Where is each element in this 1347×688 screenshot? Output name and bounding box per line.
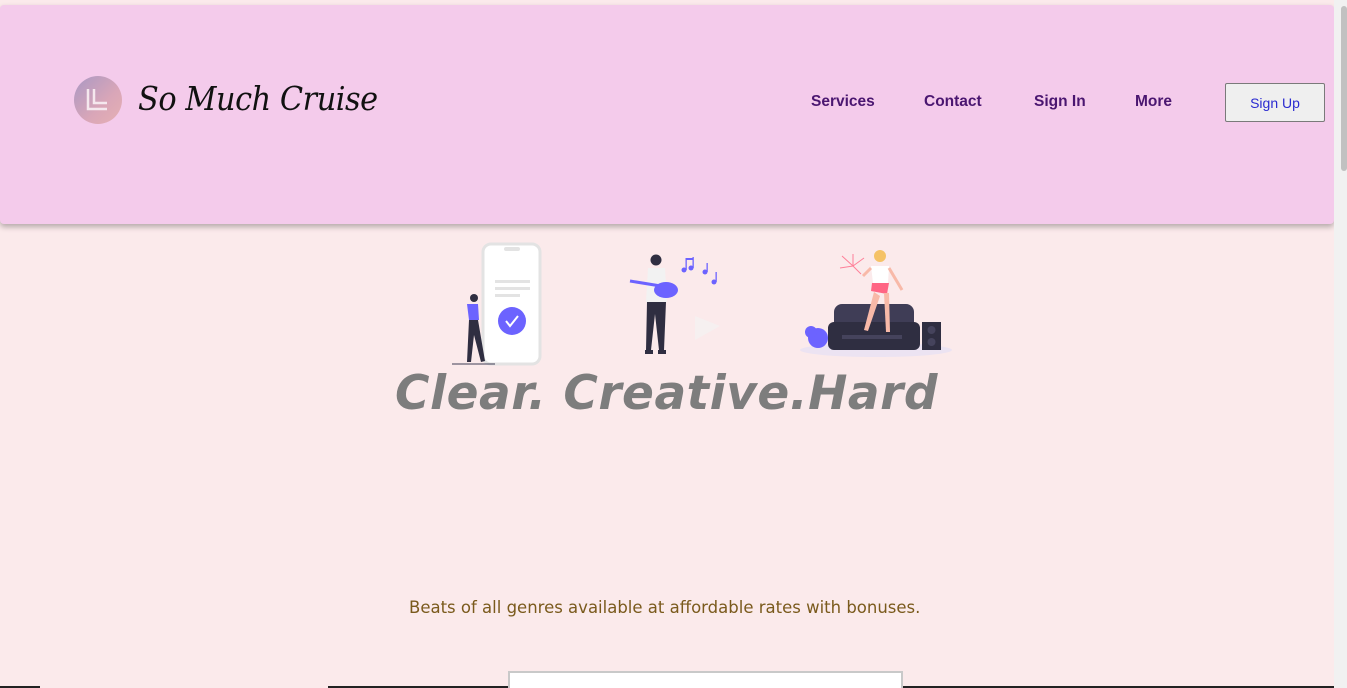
nav-link-more[interactable]: More — [1135, 93, 1172, 111]
logo-mark-icon[interactable] — [74, 76, 122, 124]
nav-link-contact[interactable]: Contact — [924, 93, 982, 111]
hero-subtitle: Beats of all genres available at afforda… — [409, 598, 921, 617]
nav-link-services[interactable]: Services — [811, 93, 875, 111]
sign-up-button[interactable]: Sign Up — [1225, 83, 1325, 122]
brand-name[interactable]: So Much Cruise — [138, 79, 378, 118]
site-header: So Much Cruise Services Contact Sign In … — [0, 5, 1334, 224]
search-input[interactable] — [508, 671, 903, 688]
phone-checkmark-illustration — [452, 242, 542, 366]
guitarist-illustration — [629, 254, 720, 354]
nav-link-sign-in[interactable]: Sign In — [1034, 93, 1086, 111]
page: So Much Cruise Services Contact Sign In … — [0, 0, 1347, 688]
checkmark-icon — [498, 307, 526, 335]
scrollbar-thumb[interactable] — [1341, 6, 1347, 171]
party-sofa-illustration — [800, 250, 952, 357]
music-notes-icon — [681, 257, 717, 285]
hero-title: Clear. Creative.Hard — [395, 366, 938, 421]
